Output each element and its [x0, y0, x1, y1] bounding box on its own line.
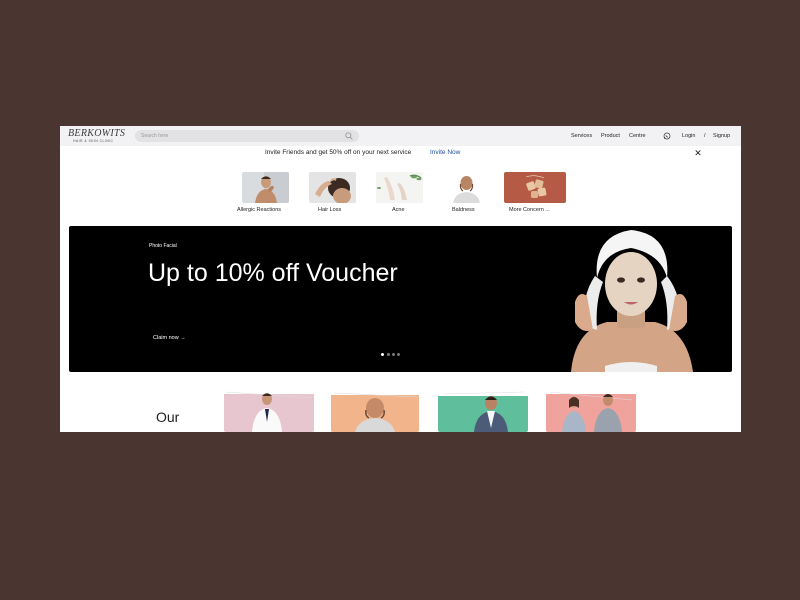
consultation-image[interactable] [546, 388, 636, 432]
towel-facemask-woman-image [571, 230, 693, 372]
invite-now-link[interactable]: Invite Now [430, 149, 460, 156]
nav-centre[interactable]: Centre [629, 126, 646, 146]
claim-now-link[interactable]: Claim now → [153, 335, 186, 341]
carousel-dot-2[interactable] [387, 353, 390, 356]
doctor-image[interactable] [224, 388, 314, 432]
whatsapp-icon[interactable] [663, 132, 671, 140]
invite-banner: Invite Friends and get 50% off on your n… [60, 146, 741, 160]
more-concerns-image[interactable] [504, 172, 566, 203]
concern-label-more[interactable]: More Concern ... [509, 207, 550, 213]
logo-text: BERKOWITS [68, 128, 126, 139]
nav-product[interactable]: Product [601, 126, 620, 146]
nav-services[interactable]: Services [571, 126, 592, 146]
invite-text: Invite Friends and get 50% off on your n… [265, 149, 412, 156]
carousel-dot-1[interactable] [381, 353, 384, 356]
concern-label-acne[interactable]: Acne [392, 207, 405, 213]
consultant-image[interactable] [438, 388, 528, 432]
search-bar [135, 130, 359, 142]
concern-label-allergic-reactions[interactable]: Allergic Reactions [237, 207, 281, 213]
bald-patient-image[interactable] [331, 388, 419, 432]
hero-title: Up to 10% off Voucher [148, 259, 398, 287]
carousel-dot-4[interactable] [397, 353, 400, 356]
close-icon[interactable]: ✕ [693, 148, 703, 158]
search-icon[interactable] [345, 132, 353, 140]
concern-label-hair-loss[interactable]: Hair Loss [318, 207, 341, 213]
signup-link[interactable]: Signup [713, 126, 730, 146]
acne-image[interactable] [376, 172, 423, 203]
login-link[interactable]: Login [682, 126, 695, 146]
concern-label-baldness[interactable]: Baldness [452, 207, 475, 213]
section-title: Our [156, 409, 180, 425]
allergic-reactions-image[interactable] [242, 172, 289, 203]
search-input[interactable] [141, 131, 331, 141]
carousel-dot-3[interactable] [392, 353, 395, 356]
brand-logo[interactable]: BERKOWITS HAIR & SKIN CLINIC [68, 129, 126, 144]
hair-loss-image[interactable] [309, 172, 356, 203]
hero-banner[interactable]: Photo Facial Up to 10% off Voucher Claim… [69, 226, 732, 372]
baldness-image[interactable] [443, 172, 490, 203]
browser-page: BERKOWITS HAIR & SKIN CLINIC Services Pr… [60, 126, 741, 432]
logo-subtext: HAIR & SKIN CLINIC [73, 139, 114, 143]
hero-tag: Photo Facial [149, 243, 177, 249]
login-signup-separator: / [704, 133, 706, 139]
top-header: BERKOWITS HAIR & SKIN CLINIC Services Pr… [60, 126, 741, 146]
